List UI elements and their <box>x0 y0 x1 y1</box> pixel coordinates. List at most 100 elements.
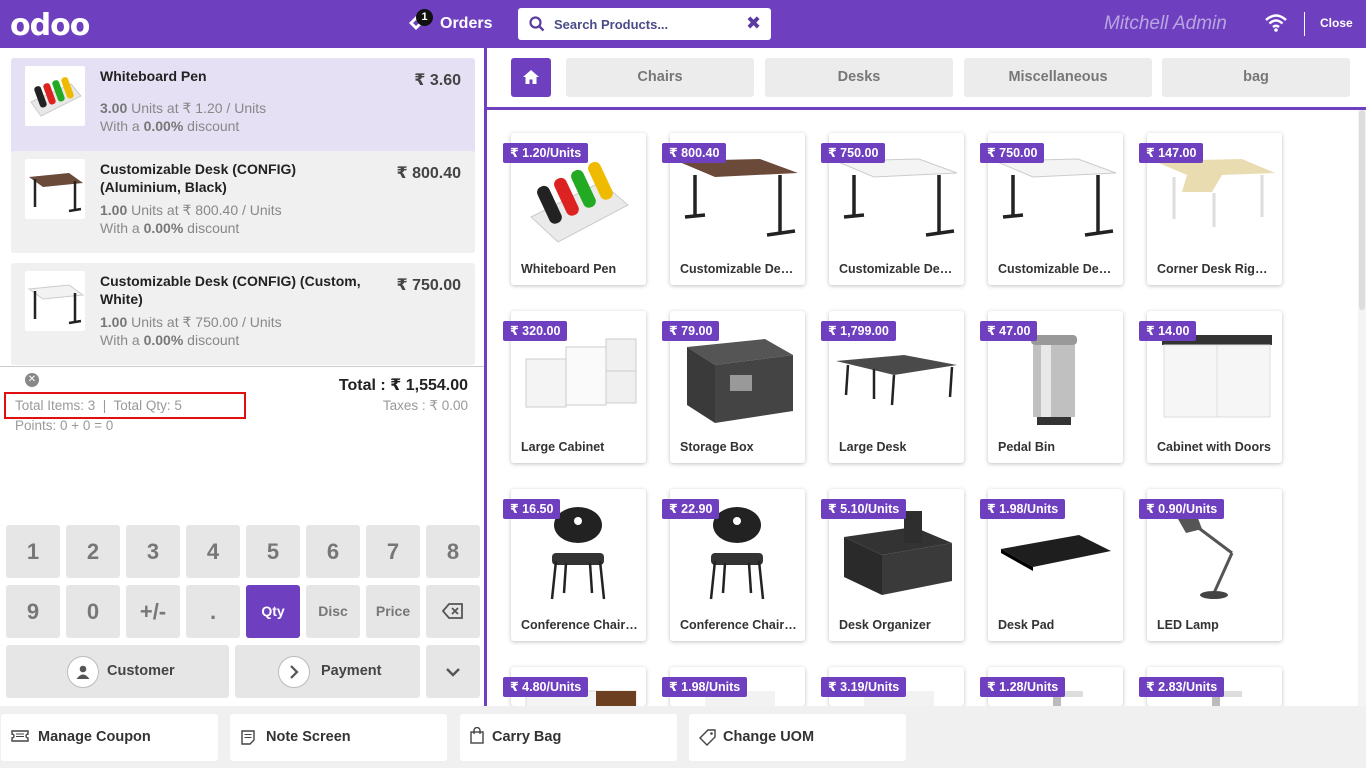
numpad-key-decimal[interactable]: . <box>186 585 240 638</box>
more-actions-button[interactable] <box>426 645 480 698</box>
highlight-box <box>4 392 246 419</box>
product-scrollbar[interactable] <box>1358 110 1366 706</box>
product-price-tag: ₹ 147.00 <box>1139 143 1204 163</box>
search-input[interactable] <box>554 14 734 34</box>
product-name: Large Desk <box>839 440 907 454</box>
product-price-tag: ₹ 16.50 <box>503 499 561 519</box>
change-uom-label: Change UOM <box>723 729 815 745</box>
order-line-name: Customizable Desk (CONFIG) (Custom, Whit… <box>100 273 361 307</box>
product-thumbnail <box>25 271 85 331</box>
product-price-tag: ₹ 800.40 <box>662 143 727 163</box>
product-name: Storage Box <box>680 440 754 454</box>
order-line-qty: 1.00 Units at ₹ 800.40 / Units <box>100 202 282 218</box>
numpad-mode-price[interactable]: Price <box>366 585 420 638</box>
category-chairs[interactable]: Chairs <box>566 58 754 97</box>
product-price-tag: ₹ 1,799.00 <box>821 321 896 341</box>
category-miscellaneous[interactable]: Miscellaneous <box>964 58 1152 97</box>
customer-label: Customer <box>107 663 175 679</box>
search-box: ✖ <box>518 8 771 40</box>
orders-button[interactable]: 1 Orders <box>406 9 493 38</box>
numpad-key-8[interactable]: 8 <box>426 525 480 578</box>
product-price-tag: ₹ 4.80/Units <box>503 677 589 697</box>
order-line-price: ₹ 3.60 <box>414 72 461 89</box>
wifi-icon <box>1265 14 1287 32</box>
clear-search-icon[interactable]: ✖ <box>746 13 761 34</box>
order-total: Total : ₹ 1,554.00 <box>338 377 468 394</box>
order-line-name: Whiteboard Pen <box>100 68 207 84</box>
numpad-key-0[interactable]: 0 <box>66 585 120 638</box>
product-name: Corner Desk Right Sit <box>1157 262 1275 276</box>
product-price-tag: ₹ 1.98/Units <box>662 677 748 697</box>
product-name: Pedal Bin <box>998 440 1055 454</box>
product-price-tag: ₹ 320.00 <box>503 321 568 341</box>
search-icon <box>529 16 545 32</box>
product-price-tag: ₹ 2.83/Units <box>1139 677 1225 697</box>
loyalty-points: Points: 0 + 0 = 0 <box>15 418 114 433</box>
numpad-mode-qty[interactable]: Qty <box>246 585 300 638</box>
product-price-tag: ₹ 750.00 <box>980 143 1045 163</box>
backspace-icon <box>441 603 463 619</box>
product-thumbnail <box>25 159 85 219</box>
order-line-qty: 1.00 Units at ₹ 750.00 / Units <box>100 314 282 330</box>
note-screen-button[interactable]: Note Screen <box>230 714 447 761</box>
category-bag[interactable]: bag <box>1162 58 1350 97</box>
numpad-key-9[interactable]: 9 <box>6 585 60 638</box>
numpad-key-3[interactable]: 3 <box>126 525 180 578</box>
customer-button[interactable]: Customer <box>6 645 229 698</box>
carry-bag-label: Carry Bag <box>492 729 562 745</box>
product-name: Customizable Desk (CONFIG) <box>998 262 1116 276</box>
payment-button[interactable]: Payment <box>235 645 420 698</box>
close-button[interactable]: Close <box>1320 16 1353 30</box>
product-name: Whiteboard Pen <box>521 262 617 276</box>
product-name: Desk Organizer <box>839 618 931 632</box>
ticket-icon: 1 <box>406 9 433 35</box>
numpad-key-plus-minus[interactable]: +/- <box>126 585 180 638</box>
chevron-down-icon <box>446 668 460 677</box>
user-icon <box>67 656 99 688</box>
numpad-key-4[interactable]: 4 <box>186 525 240 578</box>
numpad-backspace[interactable] <box>426 585 480 638</box>
numpad-key-7[interactable]: 7 <box>366 525 420 578</box>
product-name: Desk Pad <box>998 618 1055 632</box>
manage-coupon-button[interactable]: Manage Coupon <box>1 714 218 761</box>
header-divider <box>1304 12 1305 36</box>
product-price-tag: ₹ 1.20/Units <box>503 143 589 163</box>
home-category-button[interactable] <box>511 58 551 97</box>
chevron-right-icon <box>278 656 310 688</box>
order-line[interactable]: Customizable Desk (CONFIG) (Custom, Whit… <box>11 263 475 365</box>
change-uom-button[interactable]: Change UOM <box>689 714 906 761</box>
product-price-tag: ₹ 0.90/Units <box>1139 499 1225 519</box>
product-name: Customizable Desk (CONFIG) <box>839 262 957 276</box>
product-price-tag: ₹ 750.00 <box>821 143 886 163</box>
scrollbar-thumb[interactable] <box>1359 110 1365 310</box>
order-line[interactable]: Customizable Desk (CONFIG) (Aluminium, B… <box>11 151 475 253</box>
product-name: LED Lamp <box>1157 618 1219 632</box>
control-buttons-bar: Manage Coupon Note Screen Carry Bag Chan… <box>0 706 1366 768</box>
coupon-icon <box>11 730 29 742</box>
product-price-tag: ₹ 47.00 <box>980 321 1038 341</box>
numpad-key-6[interactable]: 6 <box>306 525 360 578</box>
product-price-tag: ₹ 1.98/Units <box>980 499 1066 519</box>
order-line-discount: With a 0.00% discount <box>100 332 240 348</box>
order-line[interactable]: Whiteboard Pen ₹ 3.60 3.00 Units at ₹ 1.… <box>11 58 475 160</box>
numpad-key-5[interactable]: 5 <box>246 525 300 578</box>
numpad-key-1[interactable]: 1 <box>6 525 60 578</box>
product-name: Customizable Desk (CONFIG) <box>680 262 798 276</box>
carry-bag-button[interactable]: Carry Bag <box>460 714 677 761</box>
product-price-tag: ₹ 1.28/Units <box>980 677 1066 697</box>
category-desks[interactable]: Desks <box>765 58 953 97</box>
user-name[interactable]: Mitchell Admin <box>1104 13 1227 35</box>
product-price-tag: ₹ 22.90 <box>662 499 720 519</box>
product-price-tag: ₹ 14.00 <box>1139 321 1197 341</box>
manage-coupon-label: Manage Coupon <box>38 729 151 745</box>
payment-label: Payment <box>321 663 382 679</box>
product-thumbnail <box>25 66 85 126</box>
orders-label: Orders <box>440 15 493 32</box>
order-pane: Whiteboard Pen ₹ 3.60 3.00 Units at ₹ 1.… <box>0 48 487 706</box>
note-icon <box>241 730 255 745</box>
numpad-mode-disc[interactable]: Disc <box>306 585 360 638</box>
numpad-key-2[interactable]: 2 <box>66 525 120 578</box>
order-summary: ✕ Total : ₹ 1,554.00 Total Items: 3 | To… <box>0 366 484 486</box>
clear-order-icon[interactable]: ✕ <box>25 373 39 387</box>
home-icon <box>523 70 539 84</box>
